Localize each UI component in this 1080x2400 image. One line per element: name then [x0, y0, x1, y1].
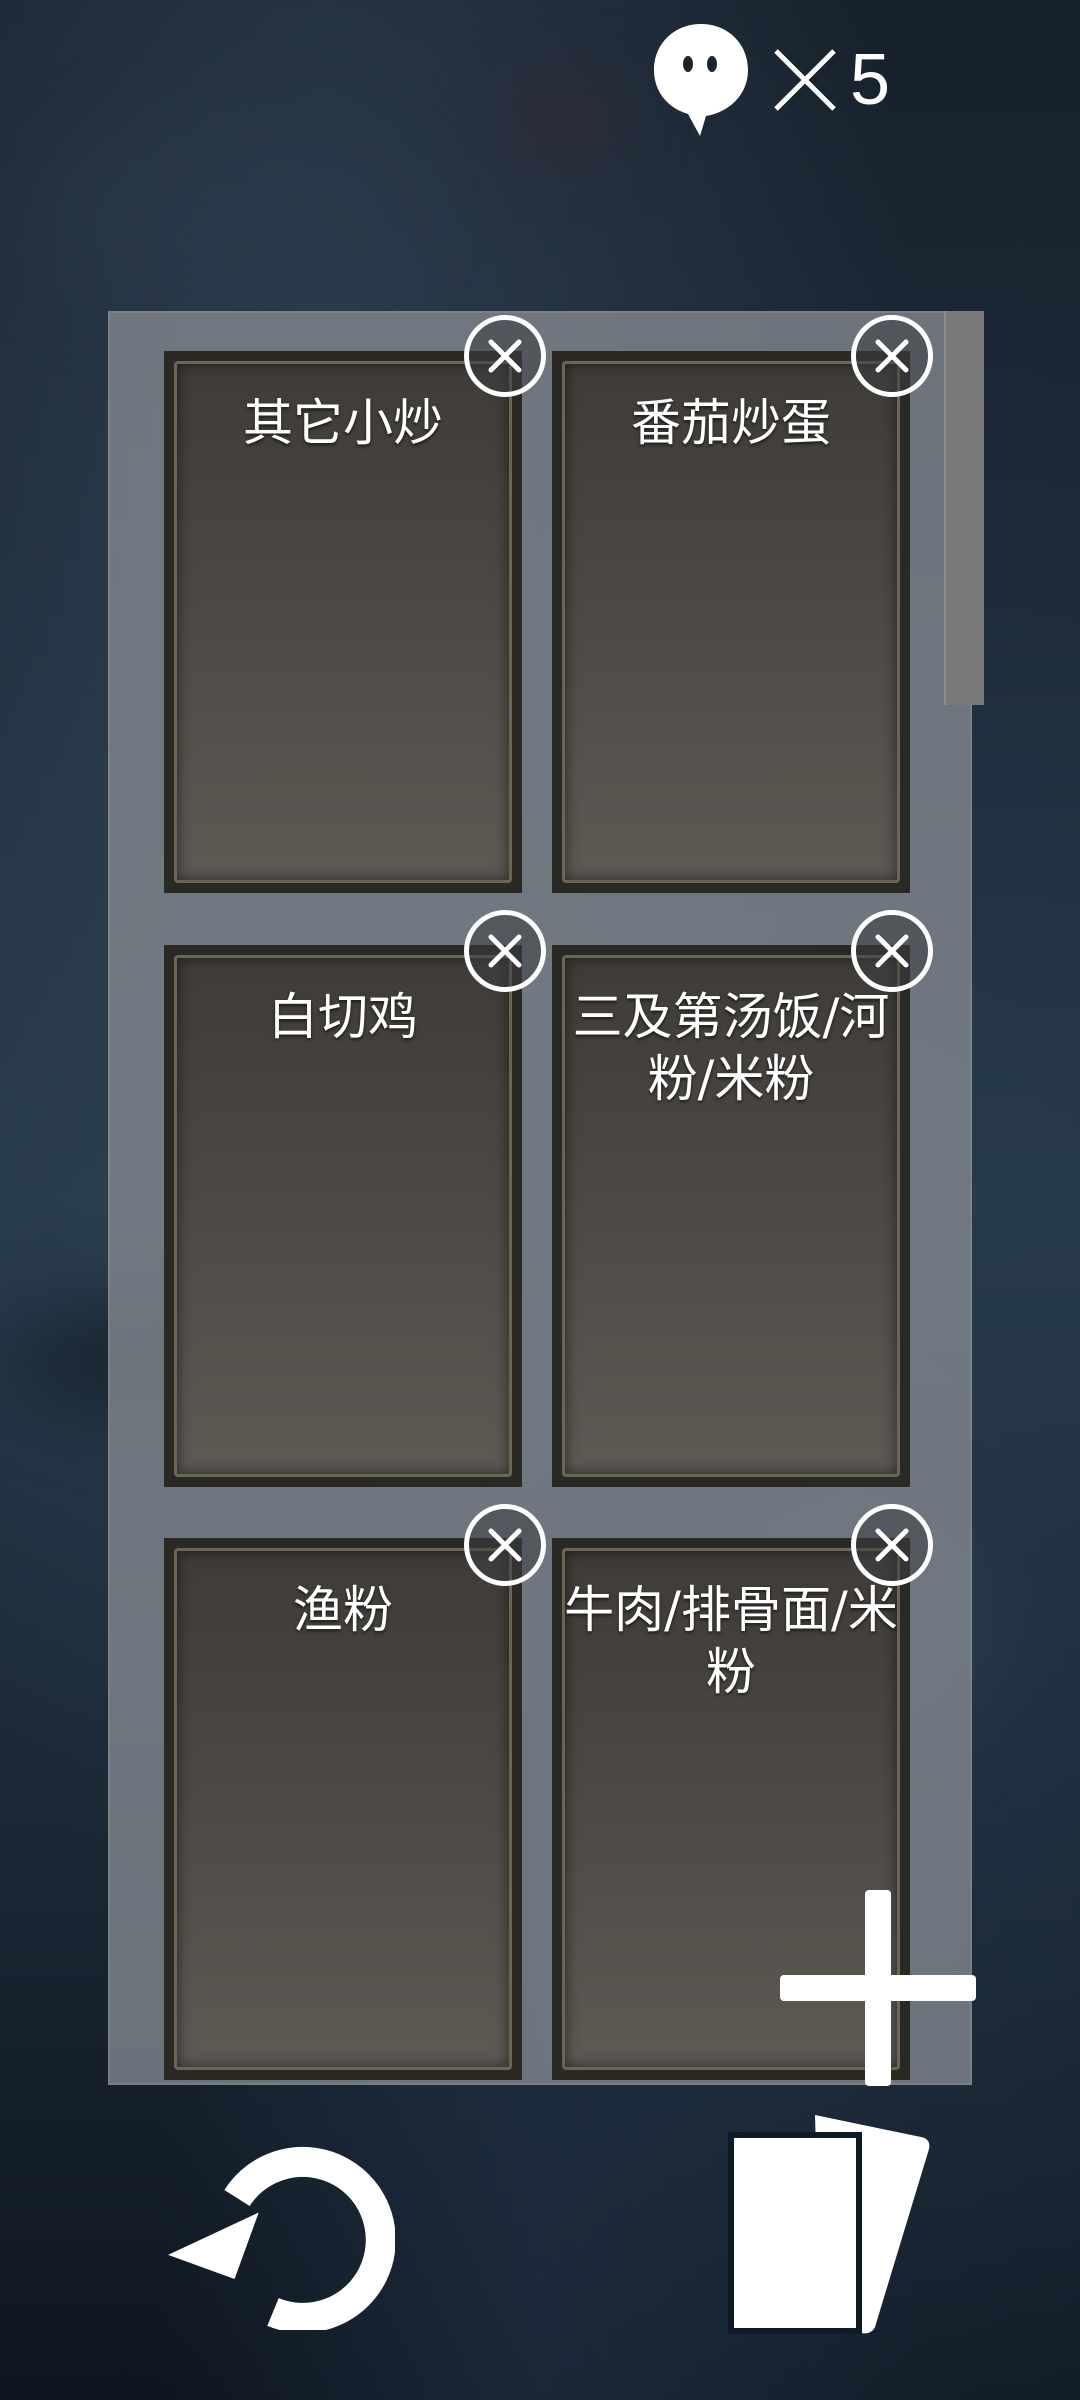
- card-title: 白切鸡: [268, 988, 418, 1046]
- card-face: 其它小炒: [174, 361, 512, 883]
- close-circle-icon: [875, 1528, 909, 1562]
- lives-counter: 5: [650, 20, 890, 140]
- cards-icon: [728, 2115, 930, 2334]
- card-item[interactable]: 番茄炒蛋: [552, 351, 910, 893]
- card-item[interactable]: 白切鸡: [164, 945, 522, 1487]
- close-circle-icon: [488, 339, 522, 373]
- times-icon: [770, 45, 840, 115]
- background-decoration: [500, 80, 620, 160]
- card-title: 渔粉: [293, 1581, 393, 1639]
- card-item[interactable]: 渔粉: [164, 1538, 522, 2080]
- card-title: 番茄炒蛋: [631, 394, 831, 452]
- remove-card-button[interactable]: [851, 1504, 933, 1586]
- close-circle-icon: [488, 1528, 522, 1562]
- remove-card-button[interactable]: [464, 315, 546, 397]
- card-item[interactable]: 其它小炒: [164, 351, 522, 893]
- background-decoration: [40, 120, 400, 320]
- panel-scrollbar[interactable]: [944, 311, 984, 705]
- card-face: 三及第汤饭/河粉/米粉: [562, 955, 900, 1477]
- card-title: 牛肉/排骨面/米粉: [564, 1581, 898, 1701]
- cards-deck-button[interactable]: [725, 2115, 935, 2335]
- plus-icon: [780, 1890, 976, 2086]
- ghost-speech-bubble-icon: [650, 20, 752, 140]
- card-face: 渔粉: [174, 1548, 512, 2070]
- close-circle-icon: [875, 934, 909, 968]
- remove-card-button[interactable]: [851, 910, 933, 992]
- card-title: 其它小炒: [243, 394, 443, 452]
- undo-button[interactable]: [165, 2130, 396, 2333]
- card-item[interactable]: 三及第汤饭/河粉/米粉: [552, 945, 910, 1487]
- remove-card-button[interactable]: [851, 315, 933, 397]
- lives-count: 5: [850, 40, 891, 120]
- close-circle-icon: [875, 339, 909, 373]
- remove-card-button[interactable]: [464, 910, 546, 992]
- remove-card-button[interactable]: [464, 1504, 546, 1586]
- undo-icon: [168, 2146, 396, 2333]
- card-face: 白切鸡: [174, 955, 512, 1477]
- card-title: 三及第汤饭/河粉/米粉: [572, 988, 890, 1108]
- add-card-button[interactable]: [780, 1890, 976, 2086]
- card-face: 番茄炒蛋: [562, 361, 900, 883]
- close-circle-icon: [488, 934, 522, 968]
- game-screen: 5 其它小炒 番茄炒蛋 白切鸡 三及第汤饭/河粉/米粉 渔粉 牛肉/排骨面/米粉: [0, 0, 1080, 2400]
